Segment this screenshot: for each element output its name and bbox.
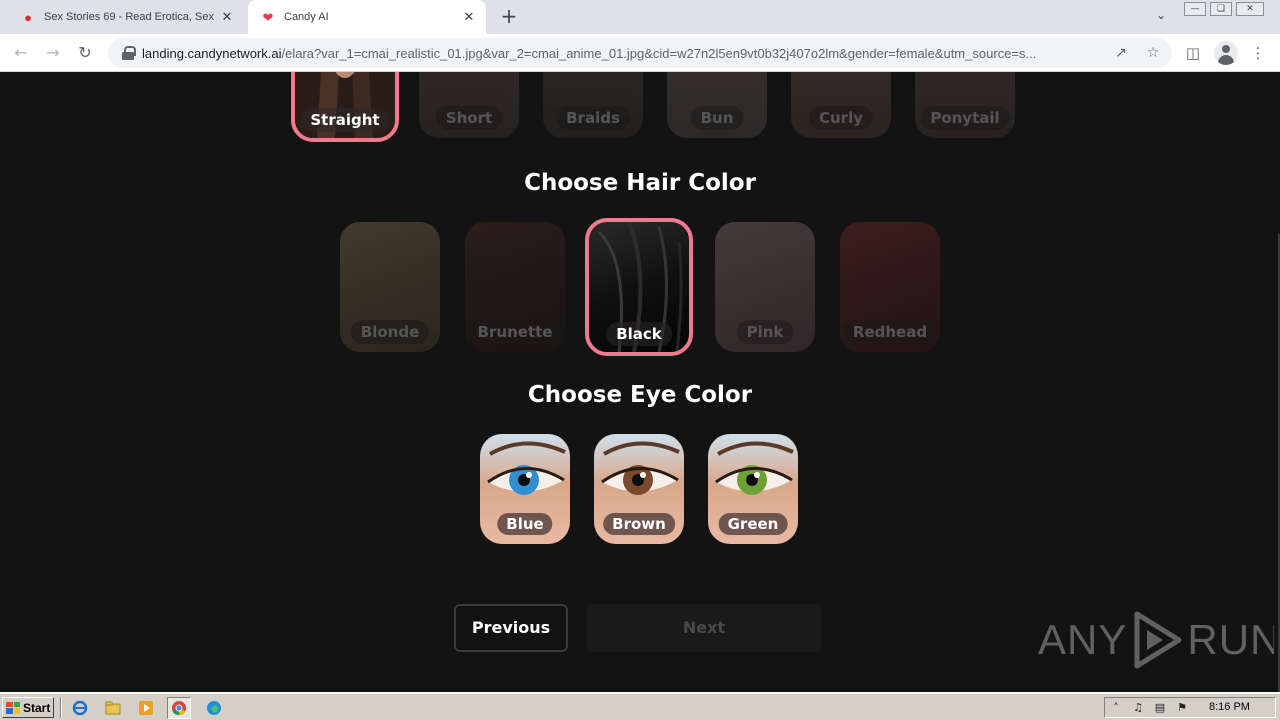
network-icon[interactable]: ▤ [1153, 701, 1167, 715]
start-label: Start [23, 700, 51, 715]
hair-color-label: Black [606, 322, 672, 346]
close-icon[interactable]: ✕ [458, 9, 480, 25]
restore-button[interactable]: ❏ [1210, 2, 1232, 16]
side-panel-icon[interactable]: ◫ [1182, 42, 1204, 64]
page-scrollbar[interactable] [1274, 72, 1280, 692]
media-player-icon[interactable] [134, 697, 158, 719]
page-content: Straight Short Braids Bun Curly Ponytail… [0, 72, 1280, 692]
hair-color-card-redhead[interactable]: Redhead [840, 222, 940, 352]
action-center-flag-icon[interactable]: ⚑ [1175, 701, 1189, 715]
heart-icon: ❤ [262, 9, 274, 25]
file-explorer-icon[interactable] [101, 697, 125, 719]
edge-icon[interactable] [202, 697, 226, 719]
tray-expand-icon[interactable]: ˄ [1109, 701, 1123, 715]
address-bar[interactable]: landing.candynetwork.ai/elara?var_1=cmai… [108, 38, 1172, 68]
eye-color-card-blue[interactable]: Blue [480, 434, 570, 544]
play-logo-icon [1134, 611, 1182, 669]
hair-style-label: Straight [300, 108, 390, 132]
back-arrow-icon[interactable]: ← [10, 42, 32, 64]
hair-style-label: Curly [808, 106, 874, 130]
internet-explorer-icon[interactable] [68, 697, 92, 719]
share-icon[interactable]: ↗ [1112, 44, 1130, 62]
hair-style-card-bun[interactable]: Bun [667, 72, 767, 138]
hair-color-card-brunette[interactable]: Brunette [465, 222, 565, 352]
system-tray: ˄ ♫ ▤ ⚑ 8:16 PM [1104, 697, 1276, 718]
tab-candy-ai[interactable]: ❤ Candy AI ✕ [248, 0, 486, 34]
hair-style-label: Bun [690, 106, 744, 130]
hair-style-card-straight[interactable]: Straight [291, 72, 399, 142]
profile-avatar-icon[interactable] [1214, 41, 1238, 65]
next-button[interactable]: Next [586, 604, 822, 652]
windows-taskbar: Start ˄ ♫ ▤ ⚑ 8:16 PM [0, 692, 1280, 720]
reload-icon[interactable]: ↻ [74, 42, 96, 64]
tab-title: Candy AI [284, 11, 329, 23]
tab-sex-stories[interactable]: ● Sex Stories 69 - Read Erotica, Sex St … [8, 0, 244, 34]
bookmark-star-icon[interactable]: ☆ [1144, 44, 1162, 62]
windows-flag-icon [6, 701, 20, 714]
close-icon[interactable]: ✕ [216, 9, 238, 25]
hair-color-card-black[interactable]: Black [585, 218, 693, 356]
hair-color-label: Pink [736, 320, 794, 344]
menu-kebab-icon[interactable]: ⋮ [1247, 42, 1269, 64]
hair-color-label: Blonde [350, 320, 430, 344]
clock[interactable]: 8:16 PM [1209, 701, 1250, 713]
url-path: /elara?var_1=cmai_realistic_01.jpg&var_2… [281, 45, 1037, 61]
forward-arrow-icon[interactable]: → [42, 42, 64, 64]
hair-style-card-short[interactable]: Short [419, 72, 519, 138]
browser-tab-bar: ● Sex Stories 69 - Read Erotica, Sex St … [0, 0, 1280, 34]
hair-style-label: Ponytail [920, 106, 1010, 130]
eye-color-label: Green [718, 513, 788, 535]
hair-color-card-pink[interactable]: Pink [715, 222, 815, 352]
hair-style-card-curly[interactable]: Curly [791, 72, 891, 138]
hair-style-label: Braids [556, 106, 630, 130]
previous-button[interactable]: Previous [454, 604, 568, 652]
hair-color-label: Redhead [842, 320, 938, 344]
minimize-button[interactable]: — [1184, 2, 1206, 16]
start-button[interactable]: Start [2, 697, 54, 718]
eye-color-label: Brown [603, 513, 675, 535]
lips-icon: ● [24, 9, 32, 25]
url-text[interactable]: landing.candynetwork.ai/elara?var_1=cmai… [142, 46, 1117, 61]
url-host: landing.candynetwork.ai [142, 45, 282, 61]
anyrun-watermark: ANY RUN [1038, 608, 1280, 672]
tab-title: Sex Stories 69 - Read Erotica, Sex St [44, 11, 216, 23]
hair-style-card-ponytail[interactable]: Ponytail [915, 72, 1015, 138]
hair-color-heading: Choose Hair Color [524, 170, 756, 196]
chrome-taskbar-icon[interactable] [167, 697, 191, 719]
watermark-left: ANY [1038, 616, 1128, 663]
watermark-right: RUN [1187, 616, 1280, 663]
hair-style-card-braids[interactable]: Braids [543, 72, 643, 138]
eye-color-card-brown[interactable]: Brown [594, 434, 684, 544]
eye-color-heading: Choose Eye Color [527, 382, 753, 408]
eye-color-card-green[interactable]: Green [708, 434, 798, 544]
window-close-button[interactable]: ✕ [1236, 2, 1264, 16]
taskbar-separator [60, 697, 62, 718]
hair-color-card-blonde[interactable]: Blonde [340, 222, 440, 352]
hair-style-label: Short [435, 106, 503, 130]
hair-color-label: Brunette [467, 320, 563, 344]
new-tab-button[interactable]: + [498, 6, 520, 28]
browser-toolbar: ← → ↻ landing.candynetwork.ai/elara?var_… [0, 34, 1280, 72]
eye-color-label: Blue [497, 513, 553, 535]
lock-icon[interactable] [122, 46, 136, 60]
volume-icon[interactable]: ♫ [1131, 701, 1145, 715]
chevron-down-icon[interactable]: ⌄ [1152, 8, 1170, 26]
